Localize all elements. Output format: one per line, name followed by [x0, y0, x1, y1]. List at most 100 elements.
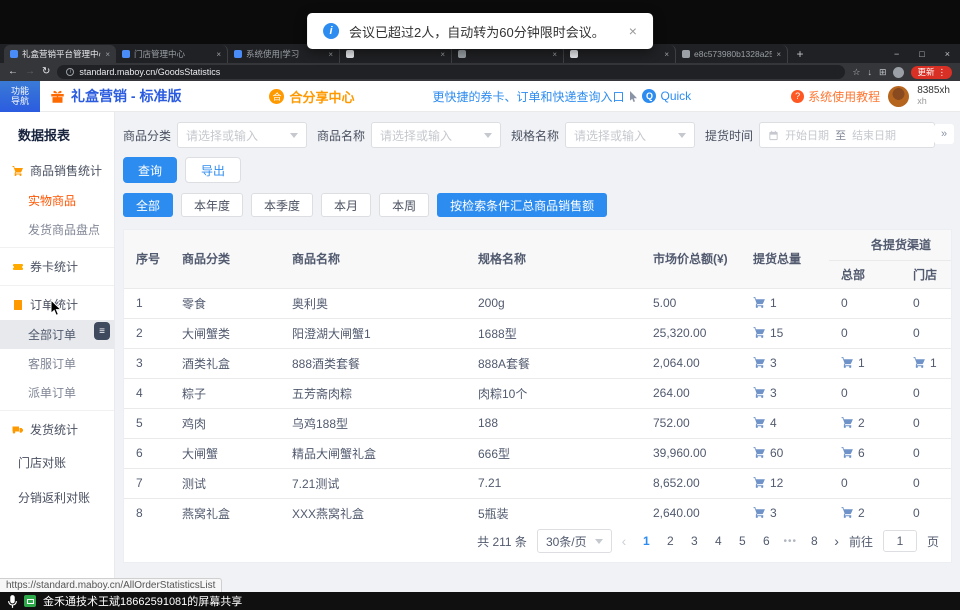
- quick-tab-this-week[interactable]: 本周: [379, 193, 429, 217]
- cell-pickup-total[interactable]: 3: [741, 378, 829, 408]
- quick-label: Quick: [660, 89, 691, 103]
- site-info-icon[interactable]: i: [66, 68, 74, 76]
- tab-close-icon[interactable]: ×: [440, 50, 445, 59]
- quick-tab-all[interactable]: 全部: [123, 193, 173, 217]
- back-icon[interactable]: ←: [8, 67, 18, 77]
- filter-field-goods-name: 商品名称请选择或输入: [317, 122, 501, 148]
- sidebar-item-shipping-stats[interactable]: 发货统计: [0, 414, 114, 445]
- pagination-page[interactable]: 6: [756, 534, 776, 548]
- quick-tab-summarize-by-criteria[interactable]: 按检索条件汇总商品销售额: [437, 193, 607, 217]
- new-tab-button[interactable]: +: [792, 46, 808, 62]
- user-avatar[interactable]: [888, 86, 909, 107]
- reload-icon[interactable]: ↻: [42, 67, 50, 77]
- cell-pickup-total[interactable]: 12: [741, 468, 829, 498]
- tab-close-icon[interactable]: ×: [776, 50, 781, 59]
- bookmark-star-icon[interactable]: ☆: [852, 67, 860, 78]
- search-button[interactable]: 查询: [123, 157, 177, 183]
- sidebar-item-coupon-card-stats[interactable]: 券卡统计: [0, 251, 114, 282]
- cell-store[interactable]: 1: [901, 348, 951, 378]
- sidebar-item-physical-goods[interactable]: 实物商品: [0, 186, 114, 215]
- cart-icon: [753, 386, 766, 399]
- cart-icon: [753, 446, 766, 459]
- forward-icon[interactable]: →: [25, 67, 35, 77]
- cell-seq: 1: [124, 288, 170, 318]
- sidebar-collapse-handle[interactable]: ≡: [94, 322, 110, 340]
- tab-title: e8c573980b1328a258fd2e6f: [694, 49, 772, 59]
- truck-icon: [12, 424, 24, 436]
- pagination-page[interactable]: 3: [684, 534, 704, 548]
- tab-close-icon[interactable]: ×: [105, 50, 110, 59]
- tab-close-icon[interactable]: ×: [552, 50, 557, 59]
- sidebar-item-goods-sales-stats[interactable]: 商品销售统计: [0, 155, 114, 186]
- cell-pickup-total[interactable]: 1: [741, 288, 829, 318]
- export-button[interactable]: 导出: [185, 157, 241, 183]
- table-row: 8燕窝礼盒XXX燕窝礼盒5瓶装2,640.00320: [124, 498, 951, 520]
- goto-page-input[interactable]: [883, 530, 917, 552]
- cart-icon: [12, 165, 24, 177]
- cart-count: 1: [770, 296, 777, 310]
- cell-pickup-total[interactable]: 4: [741, 408, 829, 438]
- filter-label: 规格名称: [511, 127, 559, 144]
- cell-hq[interactable]: 1: [829, 348, 901, 378]
- cart-icon: [753, 476, 766, 489]
- pagination-page[interactable]: 4: [708, 534, 728, 548]
- date-range-picker[interactable]: 开始日期至结束日期: [759, 122, 935, 148]
- pagination-page[interactable]: 2: [660, 534, 680, 548]
- tab-close-icon[interactable]: ×: [328, 50, 333, 59]
- cell-pickup-total[interactable]: 3: [741, 348, 829, 378]
- tutorial-link[interactable]: ? 系统使用教程: [791, 88, 880, 105]
- filter-collapse-button[interactable]: »: [934, 124, 954, 144]
- cell-pickup-total[interactable]: 15: [741, 318, 829, 348]
- browser-tab[interactable]: 礼盒营销平台管理中心 ×: [4, 45, 116, 63]
- cell-category: 鸡肉: [170, 408, 280, 438]
- tab-title: 礼盒营销平台管理中心: [22, 48, 101, 60]
- toast-close-icon[interactable]: ×: [629, 23, 637, 39]
- chevron-down-icon: [678, 133, 686, 138]
- quick-tab-this-month[interactable]: 本月: [321, 193, 371, 217]
- browser-tab[interactable]: 门店管理中心×: [116, 45, 228, 63]
- sidebar-item-store-reconciliation[interactable]: 门店对账: [0, 445, 114, 480]
- function-nav-toggle[interactable]: 功能 导航: [0, 81, 40, 112]
- window-close-button[interactable]: ×: [935, 49, 960, 59]
- extensions-icon[interactable]: ⊞: [879, 67, 887, 78]
- info-icon: i: [323, 23, 339, 39]
- cell-hq[interactable]: 2: [829, 408, 901, 438]
- cell-hq[interactable]: 2: [829, 498, 901, 520]
- total-count: 共 211 条: [477, 533, 527, 550]
- sidebar-item-dispatch-orders[interactable]: 派单订单: [0, 378, 114, 407]
- page-size-select[interactable]: 30条/页: [537, 529, 612, 553]
- pagination-page[interactable]: 8: [804, 534, 824, 548]
- cart-icon: [841, 446, 854, 459]
- address-bar[interactable]: i standard.maboy.cn/GoodsStatistics: [57, 65, 845, 79]
- pagination-page[interactable]: 1: [636, 534, 656, 548]
- cell-pickup-total[interactable]: 3: [741, 498, 829, 520]
- sidebar-item-service-orders[interactable]: 客服订单: [0, 349, 114, 378]
- sidebar-item-shipment-inventory[interactable]: 发货商品盘点: [0, 215, 114, 244]
- quick-tab-this-year[interactable]: 本年度: [181, 193, 243, 217]
- quick-tab-this-quarter[interactable]: 本季度: [251, 193, 313, 217]
- tab-close-icon[interactable]: ×: [216, 50, 221, 59]
- cell-category: 大闸蟹: [170, 438, 280, 468]
- chrome-update-button[interactable]: 更新 ⋮: [911, 66, 952, 79]
- download-icon[interactable]: ↓: [867, 67, 872, 77]
- sidebar-item-distribution-rebate[interactable]: 分销返利对账: [0, 480, 114, 515]
- filter-select-goods-name[interactable]: 请选择或输入: [371, 122, 501, 148]
- tab-close-icon[interactable]: ×: [664, 50, 669, 59]
- minimize-button[interactable]: −: [884, 49, 909, 59]
- cell-hq[interactable]: 6: [829, 438, 901, 468]
- cart-icon: [753, 296, 766, 309]
- pagination-page[interactable]: 5: [732, 534, 752, 548]
- filter-select-spec-name[interactable]: 请选择或输入: [565, 122, 695, 148]
- prev-page-button[interactable]: ‹: [622, 534, 627, 548]
- filter-select-goods-category[interactable]: 请选择或输入: [177, 122, 307, 148]
- sidebar-item-label: 发货商品盘点: [28, 221, 100, 238]
- next-page-button[interactable]: ›: [834, 534, 839, 548]
- cart-count: 60: [770, 446, 783, 460]
- share-center-link[interactable]: 合 合分享中心: [269, 87, 354, 106]
- select-placeholder: 请选择或输入: [186, 127, 258, 144]
- quick-link[interactable]: Q Quick: [642, 89, 691, 103]
- maximize-button[interactable]: □: [909, 49, 934, 59]
- profile-avatar[interactable]: [893, 67, 904, 78]
- browser-tab[interactable]: e8c573980b1328a258fd2e6f ×: [676, 45, 788, 63]
- cell-pickup-total[interactable]: 60: [741, 438, 829, 468]
